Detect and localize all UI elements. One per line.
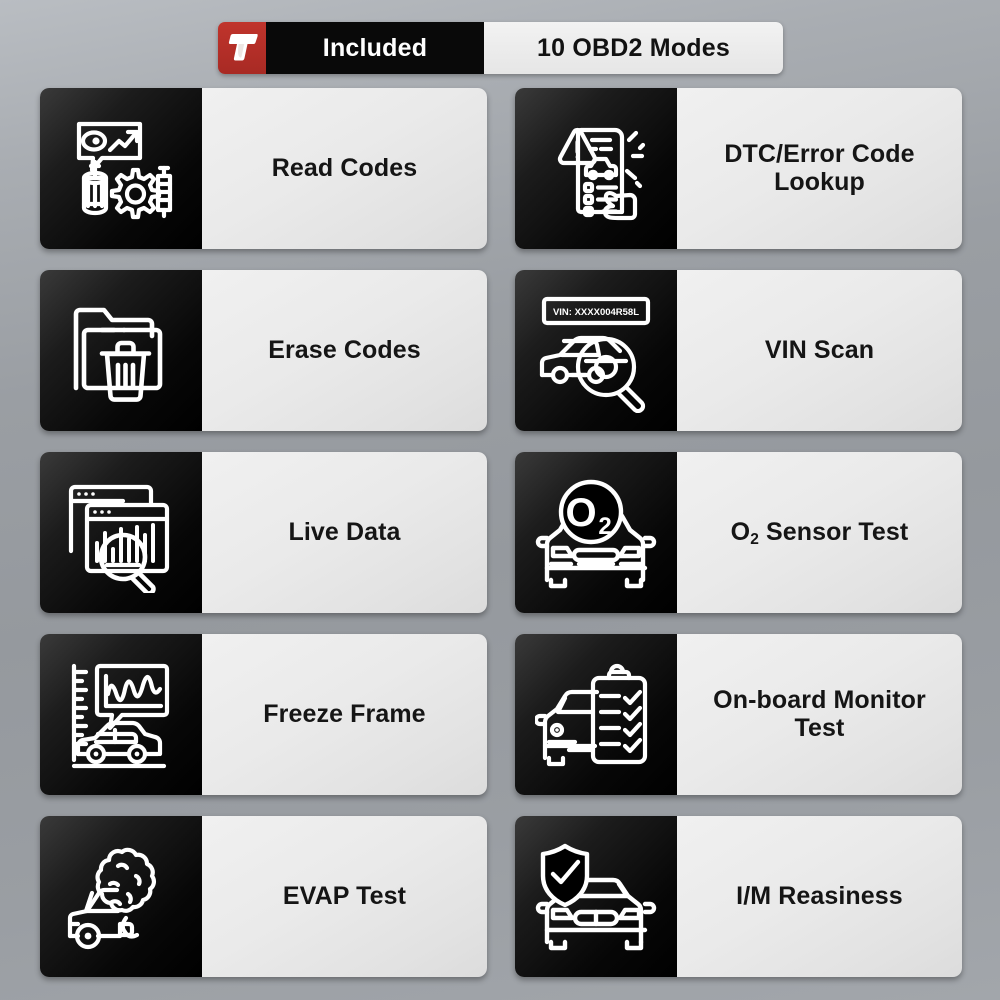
- card-label: Freeze Frame: [263, 699, 426, 728]
- card-on-board-monitor-test[interactable]: On-board Monitor Test: [515, 634, 962, 795]
- card-live-data[interactable]: Live Data: [40, 452, 487, 613]
- freeze-frame-icon: [71, 663, 170, 768]
- card-label-main: O: [730, 517, 751, 546]
- dtc-error-code-lookup-label-panel: DTC/Error Code Lookup: [677, 88, 962, 249]
- o2-sensor-test-icon-panel: O 2: [515, 452, 677, 613]
- evap-test-icon: [67, 847, 156, 949]
- header-modes-label: 10 OBD2 Modes: [537, 33, 730, 62]
- vin-scan-label-panel: VIN Scan: [677, 270, 962, 431]
- o2-icon-glyph-subscript: 2: [598, 513, 611, 540]
- live-data-label-panel: Live Data: [202, 452, 487, 613]
- card-label-rest: Sensor Test: [758, 517, 909, 546]
- card-label-subscript: 2: [750, 531, 759, 549]
- card-label: DTC/Error Code Lookup: [724, 140, 915, 196]
- o2-sensor-test-label-panel: O2 Sensor Test: [677, 452, 962, 613]
- read-codes-label-panel: Read Codes: [202, 88, 487, 249]
- card-label: VIN Scan: [764, 335, 875, 364]
- brand-logo: [218, 22, 266, 74]
- card-o2-sensor-test[interactable]: O 2 O2 Sensor Test: [515, 452, 962, 613]
- on-board-monitor-test-icon: [535, 663, 648, 766]
- o2-sensor-test-icon: O 2: [535, 479, 657, 588]
- card-freeze-frame[interactable]: Freeze Frame: [40, 634, 487, 795]
- read-codes-icon-panel: [40, 88, 202, 249]
- live-data-icon-panel: [40, 452, 202, 613]
- live-data-icon: [68, 484, 170, 593]
- brand-t-logo-icon: [227, 34, 258, 61]
- card-label: I/M Reasiness: [736, 881, 903, 910]
- erase-codes-label-panel: Erase Codes: [202, 270, 487, 431]
- header-banner: Included 10 OBD2 Modes: [218, 22, 783, 74]
- card-label: EVAP Test: [282, 881, 407, 910]
- on-board-monitor-test-icon-panel: [515, 634, 677, 795]
- on-board-monitor-test-label-panel: On-board Monitor Test: [677, 634, 962, 795]
- vin-scan-icon-panel: VIN: XXXX004R58L: [515, 270, 677, 431]
- card-label: Read Codes: [271, 153, 418, 182]
- im-readiness-icon-panel: [515, 816, 677, 977]
- card-label: On-board Monitor Test: [713, 686, 926, 742]
- dtc-error-code-lookup-icon-panel: [515, 88, 677, 249]
- card-erase-codes[interactable]: Erase Codes: [40, 270, 487, 431]
- card-label: Live Data: [288, 517, 401, 546]
- header-included-section: Included: [266, 22, 484, 74]
- card-label: Erase Codes: [268, 335, 421, 364]
- erase-codes-icon-panel: [40, 270, 202, 431]
- erase-codes-icon: [73, 307, 163, 402]
- obd2-modes-grid: Read Codes DTC/Error Code Lookup Erase C…: [40, 88, 962, 977]
- o2-icon-glyph: O: [565, 491, 596, 535]
- card-dtc-error-code-lookup[interactable]: DTC/Error Code Lookup: [515, 88, 962, 249]
- card-read-codes[interactable]: Read Codes: [40, 88, 487, 249]
- header-modes-section: 10 OBD2 Modes: [484, 22, 783, 74]
- card-vin-scan[interactable]: VIN: XXXX004R58L VIN Scan: [515, 270, 962, 431]
- freeze-frame-label-panel: Freeze Frame: [202, 634, 487, 795]
- vin-scan-icon: VIN: XXXX004R58L: [539, 296, 651, 413]
- im-readiness-label-panel: I/M Reasiness: [677, 816, 962, 977]
- vin-plate-text: VIN: XXXX004R58L: [553, 307, 639, 318]
- card-im-readiness[interactable]: I/M Reasiness: [515, 816, 962, 977]
- evap-test-icon-panel: [40, 816, 202, 977]
- im-readiness-icon: [535, 843, 657, 950]
- card-evap-test[interactable]: EVAP Test: [40, 816, 487, 977]
- read-codes-icon: [76, 121, 173, 219]
- card-label: O2 Sensor Test: [730, 517, 909, 549]
- header-included-label: Included: [322, 33, 428, 62]
- dtc-error-code-lookup-icon: [557, 127, 646, 220]
- freeze-frame-icon-panel: [40, 634, 202, 795]
- evap-test-label-panel: EVAP Test: [202, 816, 487, 977]
- page-root: Included 10 OBD2 Modes Read Codes DTC/Er…: [0, 0, 1000, 1000]
